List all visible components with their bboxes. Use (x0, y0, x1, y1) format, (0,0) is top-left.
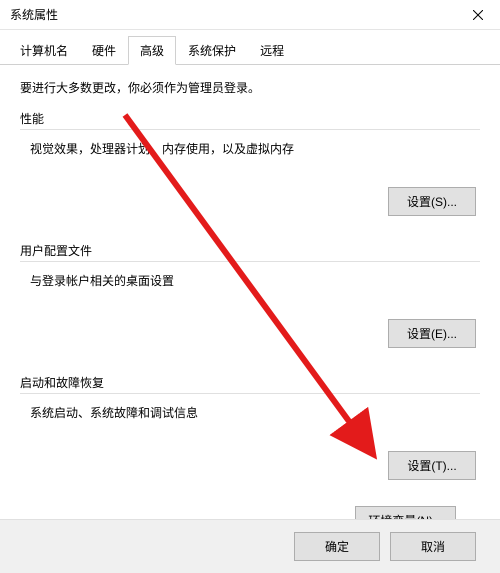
window-title: 系统属性 (10, 6, 58, 23)
section-performance: 性能 视觉效果，处理器计划，内存使用，以及虚拟内存 设置(S)... (20, 110, 480, 226)
close-icon (473, 10, 483, 20)
section-title-startup-recovery: 启动和故障恢复 (20, 374, 480, 391)
section-user-profiles: 用户配置文件 与登录帐户相关的桌面设置 设置(E)... (20, 242, 480, 358)
admin-note: 要进行大多数更改，你必须作为管理员登录。 (20, 79, 480, 96)
startup-recovery-settings-button[interactable]: 设置(T)... (388, 451, 476, 480)
titlebar: 系统属性 (0, 0, 500, 30)
startup-recovery-desc: 系统启动、系统故障和调试信息 (30, 404, 476, 421)
tab-computer-name[interactable]: 计算机名 (8, 36, 80, 64)
user-profiles-desc: 与登录帐户相关的桌面设置 (30, 272, 476, 289)
tab-hardware[interactable]: 硬件 (80, 36, 128, 64)
tab-bar: 计算机名 硬件 高级 系统保护 远程 (0, 30, 500, 65)
section-startup-recovery: 启动和故障恢复 系统启动、系统故障和调试信息 设置(T)... (20, 374, 480, 490)
section-title-user-profiles: 用户配置文件 (20, 242, 480, 259)
ok-button[interactable]: 确定 (294, 532, 380, 561)
tab-advanced[interactable]: 高级 (128, 36, 176, 65)
performance-desc: 视觉效果，处理器计划，内存使用，以及虚拟内存 (30, 140, 476, 157)
tab-system-protection[interactable]: 系统保护 (176, 36, 248, 64)
tab-remote[interactable]: 远程 (248, 36, 296, 64)
performance-settings-button[interactable]: 设置(S)... (388, 187, 476, 216)
user-profiles-settings-button[interactable]: 设置(E)... (388, 319, 476, 348)
tab-content-advanced: 要进行大多数更改，你必须作为管理员登录。 性能 视觉效果，处理器计划，内存使用，… (0, 65, 500, 545)
cancel-button[interactable]: 取消 (390, 532, 476, 561)
section-title-performance: 性能 (20, 110, 480, 127)
dialog-button-bar: 确定 取消 (0, 519, 500, 573)
close-button[interactable] (455, 0, 500, 30)
